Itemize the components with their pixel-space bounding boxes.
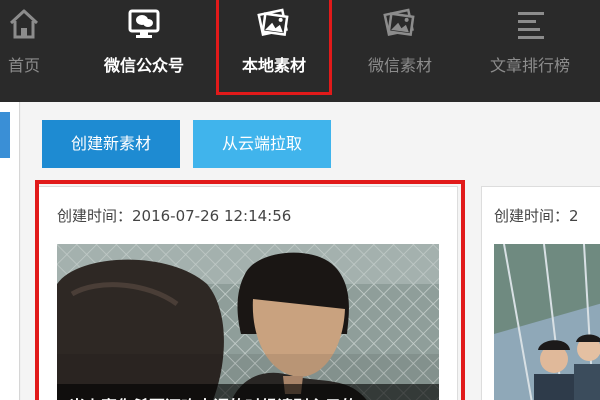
ranking-list-icon <box>518 12 544 39</box>
main-content: 创建新素材 从云端拉取 创建时间：2016-07-26 12:14:56 创建时… <box>21 102 600 400</box>
nav-item-home[interactable]: 首页 <box>0 0 48 96</box>
home-icon <box>9 9 39 39</box>
card-created-time: 创建时间：2 <box>494 207 579 225</box>
nav-item-wechat-accounts[interactable]: 微信公众号 <box>88 0 200 96</box>
sidebar-active-marker[interactable] <box>0 112 10 158</box>
pull-from-cloud-button[interactable]: 从云端拉取 <box>193 120 331 168</box>
card-caption: 当上案你希要还吃古调的时候请别主子的 <box>57 384 439 400</box>
card-created-time: 创建时间：2016-07-26 12:14:56 <box>57 207 292 225</box>
wechat-images-icon <box>383 8 415 37</box>
nav-label-wechat-materials: 微信素材 <box>367 56 432 75</box>
nav-label-home: 首页 <box>7 56 40 75</box>
top-nav: 首页 微信公众号 本地素材 微信素材 文章排行榜 <box>0 0 600 102</box>
thumbnail-photo <box>57 244 439 400</box>
create-material-button[interactable]: 创建新素材 <box>42 120 180 168</box>
app-root: 首页 微信公众号 本地素材 微信素材 文章排行榜 创建新素材 从云端拉取 创建时… <box>0 0 600 400</box>
material-card[interactable]: 创建时间：2016-07-26 12:14:56 <box>38 186 458 400</box>
nav-item-wechat-materials[interactable]: 微信素材 <box>352 0 448 96</box>
material-card[interactable]: 创建时间：2 <box>481 186 600 400</box>
active-tab-highlight <box>216 0 332 95</box>
left-sidebar <box>0 102 20 400</box>
card-thumbnail <box>494 244 600 400</box>
nav-item-article-ranking[interactable]: 文章排行榜 <box>474 0 586 96</box>
wechat-monitor-icon <box>128 9 160 38</box>
thumbnail-photo <box>494 244 600 400</box>
nav-label-wechat-accounts: 微信公众号 <box>103 56 184 75</box>
nav-label-article-ranking: 文章排行榜 <box>489 56 570 75</box>
card-thumbnail: 当上案你希要还吃古调的时候请别主子的 <box>57 244 439 400</box>
